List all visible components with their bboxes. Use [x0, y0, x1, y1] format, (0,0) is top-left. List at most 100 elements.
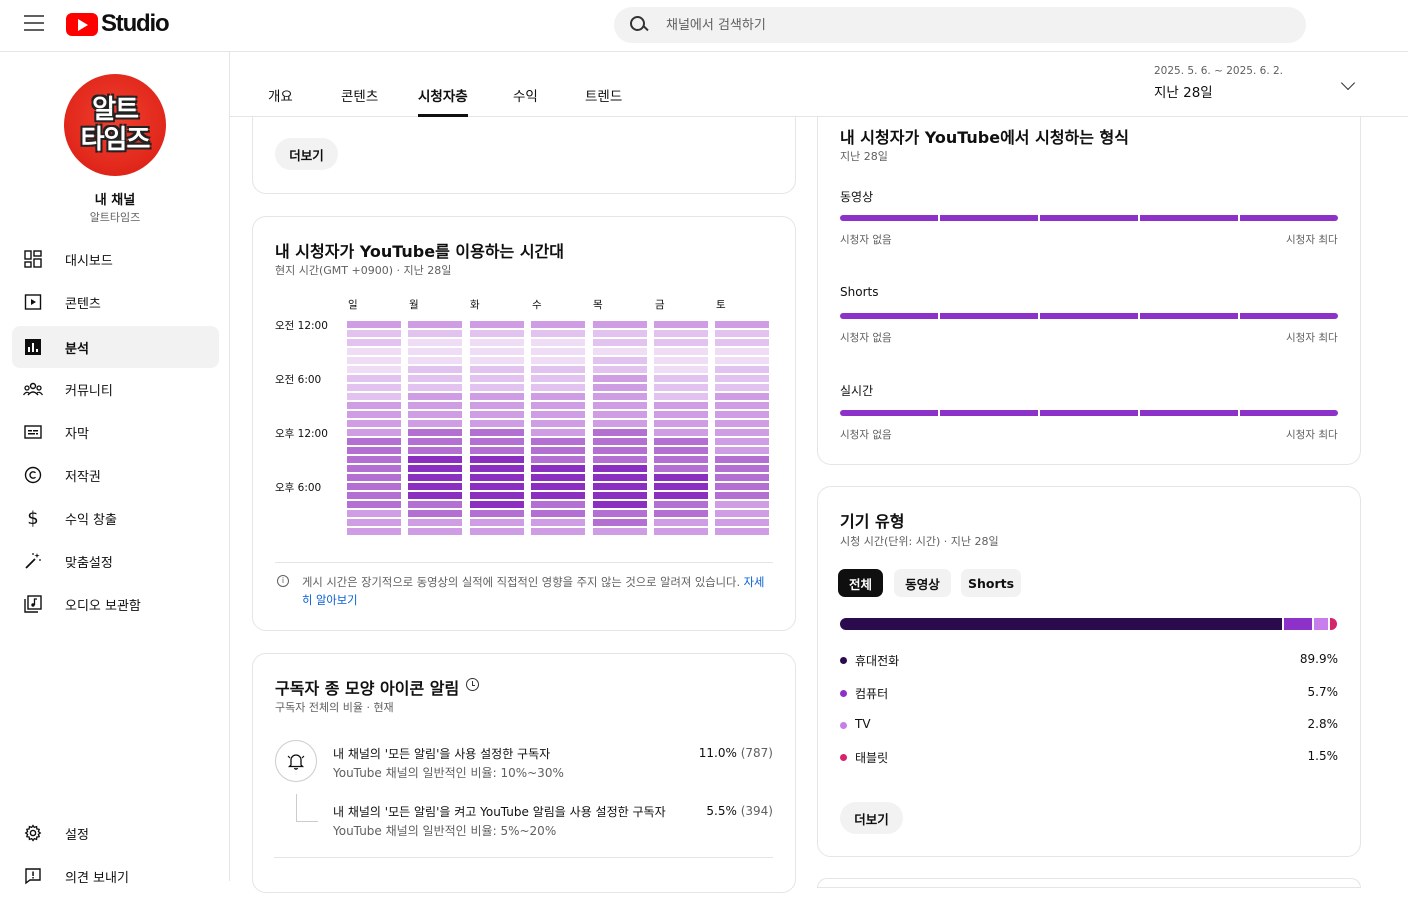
more-button[interactable]: 더보기 [275, 138, 338, 170]
heatmap-cell[interactable] [715, 429, 770, 436]
heatmap-cell[interactable] [592, 375, 647, 382]
heatmap-cell[interactable] [469, 474, 524, 481]
heatmap-cell[interactable] [715, 420, 770, 427]
sidebar-item-analytics[interactable]: 분석 [12, 326, 219, 368]
heatmap-cell[interactable] [531, 366, 586, 373]
heatmap-cell[interactable] [592, 510, 647, 517]
heatmap-cell[interactable] [531, 438, 586, 445]
heatmap-cell[interactable] [469, 483, 524, 490]
heatmap-cell[interactable] [347, 366, 401, 373]
search-bar[interactable] [614, 7, 1306, 43]
heatmap-cell[interactable] [531, 510, 586, 517]
heatmap-cell[interactable] [715, 465, 770, 472]
heatmap-cell[interactable] [347, 348, 401, 355]
heatmap-cell[interactable] [347, 429, 401, 436]
heatmap-cell[interactable] [715, 321, 770, 328]
heatmap-cell[interactable] [654, 429, 708, 436]
heatmap-cell[interactable] [715, 447, 770, 454]
heatmap-cell[interactable] [531, 411, 586, 418]
heatmap-cell[interactable] [531, 519, 586, 526]
heatmap-cell[interactable] [347, 465, 401, 472]
heatmap-cell[interactable] [531, 402, 586, 409]
heatmap-cell[interactable] [592, 330, 647, 337]
chip-videos[interactable]: 동영상 [894, 569, 951, 597]
sidebar-item-copyright[interactable]: 저작권 [12, 454, 219, 496]
heatmap-cell[interactable] [715, 492, 770, 499]
heatmap-cell[interactable] [347, 438, 401, 445]
heatmap-cell[interactable] [469, 438, 524, 445]
heatmap-cell[interactable] [592, 438, 647, 445]
heatmap-cell[interactable] [408, 375, 463, 382]
heatmap-cell[interactable] [531, 456, 586, 463]
heatmap-cell[interactable] [469, 366, 524, 373]
search-input[interactable] [666, 17, 1266, 33]
heatmap-cell[interactable] [469, 510, 524, 517]
channel-avatar[interactable]: 알트 타임즈 [64, 74, 166, 176]
heatmap-cell[interactable] [347, 330, 401, 337]
heatmap-cell[interactable] [347, 339, 401, 346]
heatmap-cell[interactable] [715, 348, 770, 355]
heatmap-cell[interactable] [654, 339, 708, 346]
heatmap-cell[interactable] [347, 474, 401, 481]
menu-icon[interactable] [24, 15, 44, 31]
sidebar-item-settings[interactable]: 설정 [12, 812, 219, 854]
sidebar-item-subtitles[interactable]: 자막 [12, 411, 219, 453]
heatmap-cell[interactable] [715, 366, 770, 373]
heatmap-cell[interactable] [408, 447, 463, 454]
heatmap-cell[interactable] [469, 501, 524, 508]
heatmap-cell[interactable] [408, 438, 463, 445]
date-range[interactable]: 2025. 5. 6. ~ 2025. 6. 2. [1154, 65, 1283, 77]
chevron-down-icon[interactable] [1340, 75, 1356, 91]
heatmap-cell[interactable] [347, 393, 401, 400]
device-share-segment[interactable] [1330, 618, 1338, 630]
heatmap-cell[interactable] [592, 348, 647, 355]
heatmap-cell[interactable] [469, 330, 524, 337]
heatmap-cell[interactable] [469, 465, 524, 472]
heatmap-cell[interactable] [469, 519, 524, 526]
heatmap-cell[interactable] [347, 411, 401, 418]
heatmap-cell[interactable] [469, 384, 524, 391]
heatmap-cell[interactable] [469, 528, 524, 535]
heatmap-cell[interactable] [592, 483, 647, 490]
sidebar-item-monetization[interactable]: $ 수익 창출 [12, 497, 219, 539]
heatmap-cell[interactable] [347, 375, 401, 382]
heatmap-cell[interactable] [592, 366, 647, 373]
tab-revenue[interactable]: 수익 [513, 85, 538, 117]
heatmap-cell[interactable] [531, 501, 586, 508]
heatmap-cell[interactable] [408, 339, 463, 346]
heatmap-cell[interactable] [592, 420, 647, 427]
heatmap-cell[interactable] [654, 456, 708, 463]
heatmap-cell[interactable] [654, 492, 708, 499]
heatmap-cell[interactable] [592, 447, 647, 454]
heatmap-cell[interactable] [654, 501, 708, 508]
sidebar-item-community[interactable]: 커뮤니티 [12, 368, 219, 410]
heatmap-cell[interactable] [408, 456, 463, 463]
heatmap-cell[interactable] [654, 519, 708, 526]
heatmap-cell[interactable] [469, 429, 524, 436]
heatmap-cell[interactable] [531, 528, 586, 535]
tab-overview[interactable]: 개요 [268, 85, 293, 117]
sidebar-item-feedback[interactable]: 의견 보내기 [12, 855, 219, 897]
heatmap-cell[interactable] [531, 429, 586, 436]
heatmap-cell[interactable] [408, 321, 463, 328]
heatmap-cell[interactable] [531, 474, 586, 481]
heatmap-cell[interactable] [592, 429, 647, 436]
heatmap-cell[interactable] [469, 375, 524, 382]
heatmap-cell[interactable] [469, 402, 524, 409]
heatmap-cell[interactable] [654, 411, 708, 418]
heatmap-cell[interactable] [469, 456, 524, 463]
heatmap-cell[interactable] [531, 321, 586, 328]
heatmap-cell[interactable] [408, 348, 463, 355]
heatmap-cell[interactable] [592, 393, 647, 400]
studio-logo[interactable]: Studio [66, 10, 170, 38]
heatmap-cell[interactable] [469, 321, 524, 328]
heatmap-cell[interactable] [592, 411, 647, 418]
heatmap-cell[interactable] [531, 348, 586, 355]
device-share-segment[interactable] [1284, 618, 1313, 630]
heatmap-cell[interactable] [654, 366, 708, 373]
heatmap-cell[interactable] [592, 321, 647, 328]
heatmap-cell[interactable] [408, 429, 463, 436]
heatmap-cell[interactable] [715, 483, 770, 490]
heatmap-cell[interactable] [715, 330, 770, 337]
heatmap-cell[interactable] [408, 483, 463, 490]
